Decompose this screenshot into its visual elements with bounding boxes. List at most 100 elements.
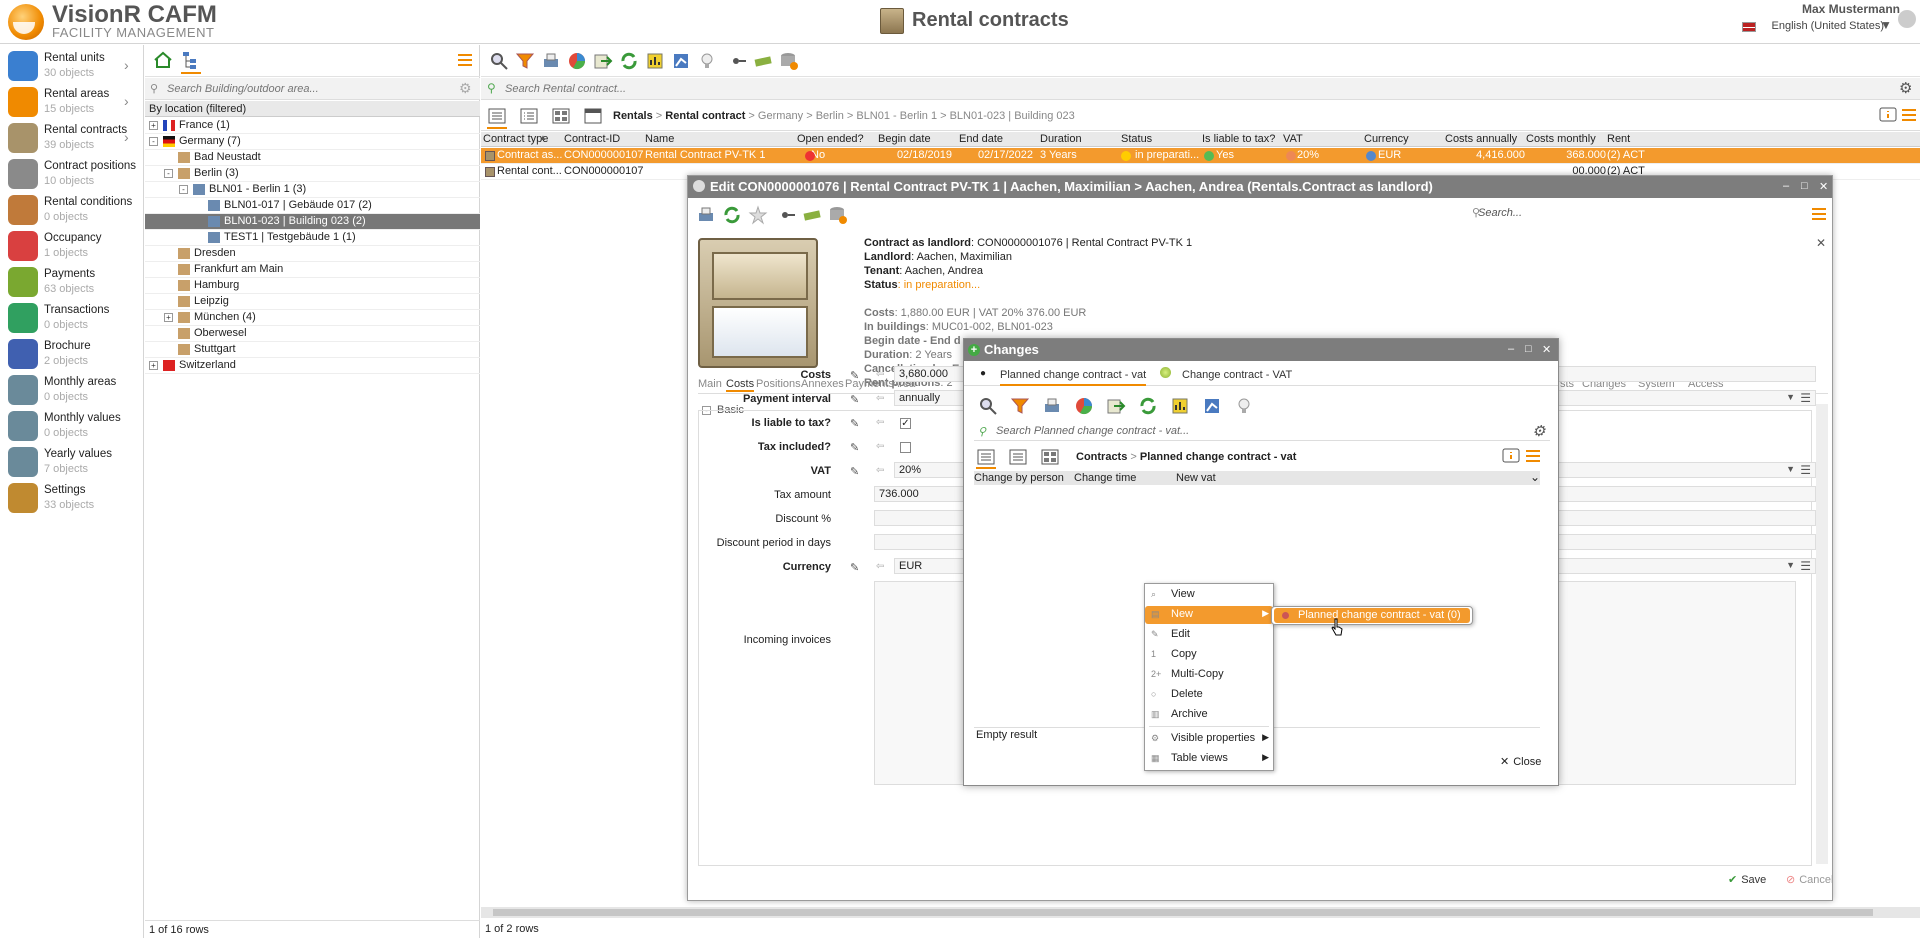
gear-icon[interactable]: ⚙ bbox=[1532, 422, 1545, 440]
export-icon[interactable] bbox=[1106, 396, 1126, 416]
col-currency[interactable]: Currency bbox=[1364, 133, 1409, 145]
menu-item-multi-copy[interactable]: 2+ Multi-Copy bbox=[1145, 666, 1273, 684]
table-view-icon[interactable] bbox=[487, 106, 507, 126]
tree-row[interactable]: TEST1 | Testgebäude 1 (1) bbox=[145, 230, 480, 246]
user-avatar-icon[interactable] bbox=[1898, 10, 1916, 28]
maximize-icon[interactable]: □ bbox=[1525, 343, 1532, 355]
filter-icon[interactable] bbox=[515, 51, 535, 71]
report-icon[interactable] bbox=[645, 51, 665, 71]
tree-row[interactable]: BLN01-023 | Building 023 (2) bbox=[145, 214, 480, 230]
col-change-by-person[interactable]: Change by person bbox=[974, 472, 1064, 484]
changes-crumb-root[interactable]: Contracts bbox=[1076, 451, 1127, 463]
col-is-liable-to-tax-[interactable]: Is liable to tax? bbox=[1202, 133, 1275, 145]
maximize-icon[interactable]: □ bbox=[1801, 180, 1808, 192]
list-menu-icon[interactable]: ☰ bbox=[1800, 463, 1811, 477]
inherit-arrow-icon[interactable]: ⇦ bbox=[876, 561, 886, 572]
graph-view-icon[interactable] bbox=[1202, 396, 1222, 416]
menu-item-view[interactable]: ⌕ View bbox=[1145, 586, 1273, 604]
database-icon[interactable] bbox=[779, 51, 799, 71]
tax-included-checkbox[interactable] bbox=[900, 442, 911, 453]
database-icon[interactable] bbox=[828, 205, 848, 225]
chevron-right-icon[interactable]: › bbox=[124, 93, 129, 109]
info-icon[interactable] bbox=[1879, 107, 1897, 125]
edit-pencil-icon[interactable]: ✎ bbox=[850, 369, 862, 382]
minimize-icon[interactable]: – bbox=[1508, 343, 1514, 355]
nav-item-settings[interactable]: Settings 33 objects bbox=[0, 477, 144, 521]
user-name[interactable]: Max Mustermann bbox=[1700, 2, 1900, 16]
payments-action-icon[interactable] bbox=[802, 205, 822, 225]
tree-row[interactable]: + München (4) bbox=[145, 310, 480, 326]
star-icon[interactable] bbox=[748, 205, 768, 225]
print-icon[interactable] bbox=[696, 205, 716, 225]
col-costs-monthly[interactable]: Costs monthly bbox=[1526, 133, 1596, 145]
tree-row[interactable]: - Germany (7) bbox=[145, 134, 480, 150]
save-button[interactable]: ✔ Save bbox=[1728, 873, 1766, 886]
table-row[interactable]: Contract as... CON0000001076 Rental Contra… bbox=[481, 148, 1920, 164]
edit-pencil-icon[interactable]: ✎ bbox=[850, 465, 862, 478]
col-rent[interactable]: Rent bbox=[1607, 133, 1630, 145]
menu-item-archive[interactable]: ▥ Archive bbox=[1145, 706, 1273, 724]
col-new-vat[interactable]: New vat bbox=[1176, 472, 1216, 484]
calendar-view-icon[interactable] bbox=[583, 106, 603, 126]
list-menu-icon[interactable]: ☰ bbox=[1800, 559, 1811, 573]
menu-item-copy[interactable]: 1 Copy bbox=[1145, 646, 1273, 664]
menu-item-visible-properties[interactable]: ⚙ Visible properties ▶ bbox=[1145, 730, 1273, 748]
horizontal-scrollbar[interactable] bbox=[481, 907, 1920, 918]
expand-toggle-icon[interactable]: - bbox=[164, 169, 173, 178]
breadcrumb-current[interactable]: Rental contract bbox=[665, 110, 745, 122]
dropdown-arrow-icon[interactable]: ▼ bbox=[1786, 392, 1795, 402]
search-icon[interactable] bbox=[489, 51, 509, 71]
scrollbar-thumb[interactable] bbox=[493, 909, 1873, 916]
graph-view-icon[interactable] bbox=[671, 51, 691, 71]
gear-icon[interactable]: ⚙ bbox=[459, 80, 472, 97]
print-icon[interactable] bbox=[1042, 396, 1062, 416]
edit-menu-icon[interactable] bbox=[1812, 208, 1826, 220]
info-icon[interactable] bbox=[1502, 448, 1520, 466]
vertical-scrollbar[interactable] bbox=[1816, 404, 1828, 864]
tree-row[interactable]: BLN01-017 | Gebäude 017 (2) bbox=[145, 198, 480, 214]
col-begin-date[interactable]: Begin date bbox=[878, 133, 931, 145]
chevron-right-icon[interactable]: › bbox=[124, 129, 129, 145]
menu-item-table-views[interactable]: ▦ Table views ▶ bbox=[1145, 750, 1273, 768]
col-change-time[interactable]: Change time bbox=[1074, 472, 1136, 484]
tab-planned-change-vat[interactable]: Planned change contract - vat bbox=[1000, 369, 1147, 386]
menu-item-edit[interactable]: ✎ Edit bbox=[1145, 626, 1273, 644]
payments-action-icon[interactable] bbox=[753, 51, 773, 71]
inherit-arrow-icon[interactable]: ⇦ bbox=[876, 441, 886, 452]
gear-icon[interactable]: ⚙ bbox=[1899, 79, 1912, 97]
col-contract-id[interactable]: Contract-ID bbox=[564, 133, 620, 145]
list-view-icon[interactable] bbox=[519, 106, 539, 126]
link-icon[interactable] bbox=[778, 205, 798, 225]
tile-view-icon[interactable] bbox=[1040, 447, 1060, 467]
col-end-date[interactable]: End date bbox=[959, 133, 1003, 145]
list-view-icon[interactable] bbox=[1008, 447, 1028, 467]
tree-row[interactable]: + France (1) bbox=[145, 118, 480, 134]
edit-pencil-icon[interactable]: ✎ bbox=[850, 441, 862, 454]
close-button[interactable]: ✕ Close bbox=[1500, 755, 1541, 768]
language-selector[interactable]: English (United States) bbox=[1700, 20, 1885, 32]
tree-row[interactable]: Leipzig bbox=[145, 294, 480, 310]
chevron-down-icon[interactable]: ⌄ bbox=[1530, 470, 1540, 484]
expand-toggle-icon[interactable]: + bbox=[149, 121, 158, 130]
close-icon[interactable]: ✕ bbox=[1542, 343, 1551, 356]
tree-row[interactable]: Oberwesel bbox=[145, 326, 480, 342]
tree-view-icon[interactable] bbox=[181, 50, 201, 70]
dropdown-arrow-icon[interactable]: ▼ bbox=[1786, 464, 1795, 474]
tree-row[interactable]: + Switzerland bbox=[145, 358, 480, 374]
inherit-arrow-icon[interactable]: ⇦ bbox=[876, 417, 886, 428]
report-icon[interactable] bbox=[1170, 396, 1190, 416]
minimize-icon[interactable]: – bbox=[1783, 180, 1789, 192]
edit-pencil-icon[interactable]: ✎ bbox=[850, 393, 862, 406]
expand-toggle-icon[interactable]: - bbox=[149, 137, 158, 146]
link-icon[interactable] bbox=[729, 51, 749, 71]
tree-row[interactable]: Bad Neustadt bbox=[145, 150, 480, 166]
submenu-item-planned-change-vat[interactable]: Planned change contract - vat (0) bbox=[1274, 608, 1470, 623]
print-icon[interactable] bbox=[541, 51, 561, 71]
lightbulb-icon[interactable] bbox=[1234, 396, 1254, 416]
tree-row[interactable]: Dresden bbox=[145, 246, 480, 262]
changes-dialog-title[interactable]: Changes bbox=[964, 339, 1558, 361]
col-open-ended-[interactable]: Open ended? bbox=[797, 133, 864, 145]
expand-toggle-icon[interactable]: + bbox=[149, 361, 158, 370]
tile-view-icon[interactable] bbox=[551, 106, 571, 126]
tree-row[interactable]: - BLN01 - Berlin 1 (3) bbox=[145, 182, 480, 198]
